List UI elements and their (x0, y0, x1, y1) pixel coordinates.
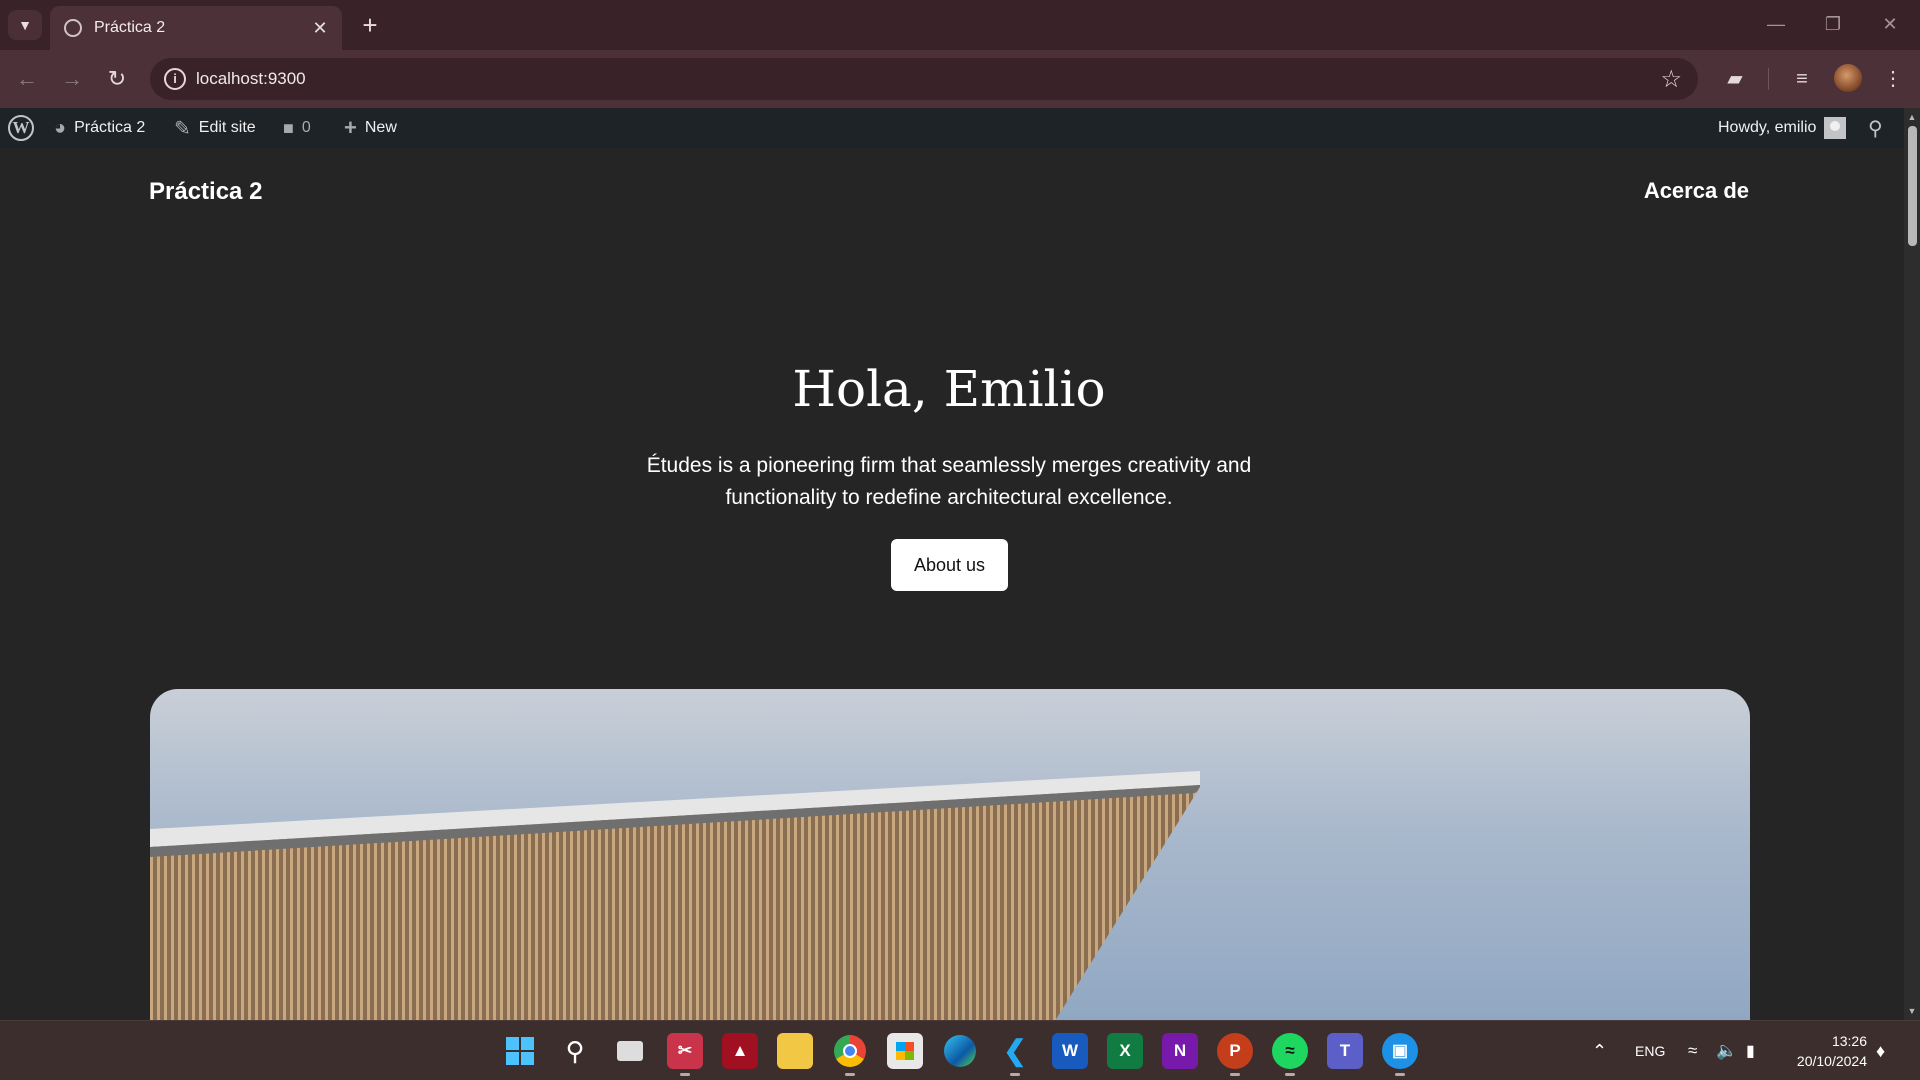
spotify-icon[interactable]: ≈ (1272, 1033, 1308, 1076)
wp-admin-bar: W ◕ Práctica 2 ✎ Edit site ■ 0 + New How… (0, 108, 1904, 148)
browser-titlebar: ▼ Práctica 2 ✕ + — ❐ ✕ (0, 0, 1920, 50)
site-info-icon[interactable]: i (164, 68, 186, 90)
close-window-button[interactable]: ✕ (1870, 8, 1910, 40)
reload-button[interactable]: ↻ (100, 62, 134, 96)
forward-button[interactable]: → (55, 62, 89, 96)
comment-bubble-icon: ■ (283, 117, 294, 138)
profile-avatar[interactable] (1834, 64, 1862, 92)
wp-edit-site-link[interactable]: ✎ Edit site (174, 108, 256, 148)
search-icon: ⚲ (1868, 117, 1883, 140)
plus-icon: + (344, 115, 357, 140)
url-text: localhost:9300 (196, 69, 306, 88)
user-avatar-icon (1824, 117, 1847, 139)
file-explorer-icon[interactable] (777, 1033, 813, 1069)
scroll-up-arrow-icon[interactable]: ▲ (1907, 112, 1917, 122)
clock-time: 13:26 (1831, 1033, 1867, 1049)
dashboard-icon: ◕ (54, 116, 67, 139)
microsoft-store-icon[interactable] (887, 1033, 923, 1069)
wp-search[interactable]: ⚲ (1868, 108, 1883, 148)
powerpoint-icon[interactable]: P (1217, 1033, 1253, 1076)
wp-comments-link[interactable]: ■ 0 (283, 108, 311, 148)
wp-edit-site-label: Edit site (198, 119, 256, 136)
task-view-icon[interactable] (612, 1033, 648, 1069)
chevron-down-icon: ▼ (18, 17, 32, 33)
tray-overflow-chevron-icon[interactable]: ⌃ (1592, 1021, 1607, 1080)
page-scrollbar[interactable]: ▲ ▼ (1904, 108, 1920, 1020)
chrome-icon[interactable] (832, 1033, 868, 1076)
vscode-icon[interactable]: ❮ (997, 1033, 1033, 1076)
wordpress-logo-icon: W (8, 115, 34, 141)
bookmark-star-icon[interactable]: ☆ (1660, 65, 1682, 94)
close-tab-icon[interactable]: ✕ (310, 18, 330, 38)
excel-icon[interactable]: X (1107, 1033, 1143, 1069)
wp-howdy: Howdy, emilio (1718, 119, 1817, 136)
toolbar-divider (1768, 68, 1769, 90)
scroll-down-arrow-icon[interactable]: ▼ (1907, 1006, 1917, 1016)
word-icon[interactable]: W (1052, 1033, 1088, 1069)
wp-account-menu[interactable]: Howdy, emilio (1718, 108, 1847, 148)
hero-text: Études is a pioneering firm that seamles… (646, 454, 1252, 509)
clock-date: 20/10/2024 (1796, 1053, 1867, 1069)
search-icon[interactable]: ⚲ (557, 1033, 593, 1069)
windows-taskbar: ⚲ ✂ ▲ ❮ W X N P ≈ T ▣ ⌃ ENG ≈ 🔈 ▮ 13:26 … (0, 1020, 1920, 1080)
wp-site-name-link[interactable]: ◕ Práctica 2 (54, 108, 145, 148)
wp-new-link[interactable]: + New (344, 108, 397, 148)
wifi-icon[interactable]: ≈ (1688, 1021, 1697, 1080)
hero-image (150, 689, 1750, 1020)
snipping-tool-icon[interactable]: ✂ (667, 1033, 703, 1076)
language-indicator[interactable]: ENG (1635, 1021, 1665, 1080)
extensions-icon[interactable]: ▰ (1718, 62, 1752, 96)
battery-icon[interactable]: ▮ (1746, 1021, 1755, 1080)
windows-start-icon[interactable] (502, 1033, 538, 1069)
edge-icon[interactable] (942, 1033, 978, 1069)
restore-button[interactable]: ❐ (1813, 8, 1853, 40)
site-title[interactable]: Práctica 2 (149, 178, 262, 206)
browser-toolbar: ← → ↻ i localhost:9300 ☆ ▰ ≡ ⋮ (0, 50, 1920, 108)
tab-search-button[interactable]: ▼ (8, 10, 42, 40)
hero-heading: Hola, Emilio (792, 360, 1106, 418)
minimize-button[interactable]: — (1756, 8, 1796, 40)
building-illustration (150, 771, 1200, 1020)
wp-site-name: Práctica 2 (74, 119, 146, 136)
globe-icon (64, 19, 82, 37)
browser-tab[interactable]: Práctica 2 ✕ (50, 6, 342, 50)
back-button[interactable]: ← (10, 62, 44, 96)
tab-title: Práctica 2 (94, 19, 166, 36)
nav-link-acerca-de[interactable]: Acerca de (1644, 178, 1749, 204)
media-control-icon[interactable]: ≡ (1785, 62, 1819, 96)
wp-comments-count: 0 (301, 119, 311, 136)
page-content: Práctica 2 Acerca de Hola, Emilio Études… (0, 148, 1904, 1020)
menu-kebab-icon[interactable]: ⋮ (1876, 62, 1910, 96)
address-bar[interactable]: i localhost:9300 ☆ (150, 58, 1698, 100)
new-tab-button[interactable]: + (355, 10, 385, 40)
app-icon[interactable]: ▲ (722, 1033, 758, 1069)
teams-icon[interactable]: T (1327, 1033, 1363, 1069)
docker-icon[interactable]: ▣ (1382, 1033, 1418, 1076)
wp-new-label: New (364, 119, 397, 136)
scrollbar-thumb[interactable] (1908, 126, 1917, 246)
onenote-icon[interactable]: N (1162, 1033, 1198, 1069)
notification-bell-icon[interactable]: ♦ (1876, 1021, 1885, 1080)
brush-icon: ✎ (174, 117, 191, 140)
wp-logo-menu[interactable]: W (8, 108, 34, 148)
clock[interactable]: 13:26 20/10/2024 (1782, 1021, 1867, 1080)
speaker-muted-icon[interactable]: 🔈 (1716, 1021, 1737, 1080)
about-us-button[interactable]: About us (891, 539, 1008, 591)
